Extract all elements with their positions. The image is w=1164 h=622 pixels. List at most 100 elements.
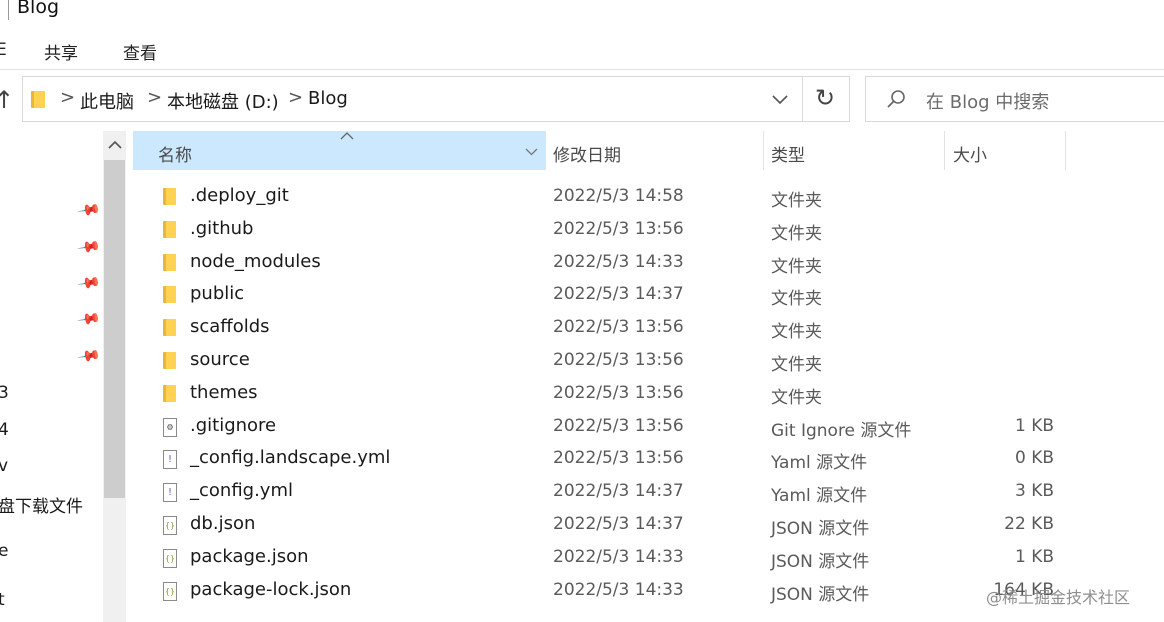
- file-type: JSON 源文件: [771, 584, 870, 605]
- folder-icon: [163, 384, 176, 402]
- nav-item[interactable]: 4: [0, 420, 9, 440]
- tab-share[interactable]: 共享: [44, 39, 78, 64]
- file-modified: 2022/5/3 14:58: [553, 186, 684, 206]
- file-name: themes: [190, 381, 258, 403]
- table-row[interactable]: .deploy_git 2022/5/3 14:58 文件夹: [133, 181, 1073, 214]
- file-type: 文件夹: [771, 387, 822, 408]
- file-modified: 2022/5/3 13:56: [553, 382, 684, 403]
- file-name: package-lock.json: [190, 578, 352, 600]
- file-modified: 2022/5/3 13:56: [553, 218, 684, 239]
- address-bar[interactable]: [22, 76, 803, 122]
- json-file-icon: {}: [163, 581, 177, 601]
- file-name: _config.yml: [190, 480, 293, 502]
- title-bar: Blog: [0, 0, 1164, 28]
- file-name: db.json: [190, 513, 256, 534]
- file-modified: 2022/5/3 14:37: [553, 514, 684, 534]
- folder-icon: [31, 91, 45, 108]
- up-arrow-icon[interactable]: ↑: [0, 86, 14, 114]
- yaml-file-icon: !: [163, 450, 177, 470]
- column-divider[interactable]: [763, 131, 764, 170]
- file-type: 文件夹: [771, 191, 822, 211]
- table-row[interactable]: ! _config.landscape.yml 2022/5/3 13:56 Yaml…: [133, 443, 1073, 476]
- file-modified: 2022/5/3 14:37: [553, 481, 684, 502]
- ribbon-tab-partial[interactable]: E: [0, 40, 7, 60]
- file-modified: 2022/5/3 14:37: [553, 284, 684, 305]
- column-header-name[interactable]: [133, 131, 545, 170]
- file-type: JSON 源文件: [771, 551, 870, 572]
- chevron-down-icon[interactable]: [772, 95, 788, 105]
- folder-icon: [163, 188, 176, 205]
- breadcrumb-blog[interactable]: Blog: [308, 88, 348, 109]
- file-modified: 2022/5/3 13:56: [553, 448, 684, 469]
- table-row[interactable]: ! _config.yml 2022/5/3 14:37 Yaml 源文件 3 KB: [133, 476, 1073, 509]
- file-modified: 2022/5/3 14:33: [553, 251, 684, 272]
- file-type: Git Ignore 源文件: [771, 420, 912, 441]
- ribbon-divider: [0, 69, 1164, 70]
- chevron-right-icon[interactable]: >: [60, 87, 75, 108]
- column-divider[interactable]: [1065, 131, 1066, 170]
- chevron-right-icon[interactable]: >: [147, 87, 162, 108]
- window-title: Blog: [17, 0, 59, 18]
- table-row[interactable]: ⚙ .gitignore 2022/5/3 13:56 Git Ignore 源文件 1…: [133, 411, 1073, 444]
- column-size-label[interactable]: 大小: [953, 141, 987, 166]
- file-name: node_modules: [190, 250, 321, 272]
- file-modified: 2022/5/3 13:56: [553, 415, 684, 436]
- table-row[interactable]: {} package-lock.json 2022/5/3 14:33 JSON 源文…: [133, 575, 1073, 608]
- folder-icon: [163, 286, 176, 304]
- file-size: 1 KB: [1014, 546, 1054, 567]
- file-name: source: [190, 349, 250, 370]
- json-file-icon: {}: [163, 548, 177, 568]
- file-name: public: [190, 283, 245, 305]
- column-type-label[interactable]: 类型: [771, 141, 805, 166]
- file-name: .deploy_git: [190, 185, 289, 206]
- column-divider[interactable]: [944, 131, 945, 170]
- file-modified: 2022/5/3 13:56: [553, 317, 684, 338]
- file-name: _config.landscape.yml: [190, 447, 391, 469]
- table-row[interactable]: {} db.json 2022/5/3 14:37 JSON 源文件 22 KB: [133, 509, 1073, 542]
- column-modified-label[interactable]: 修改日期: [553, 141, 621, 166]
- file-size: 3 KB: [1014, 481, 1054, 502]
- column-divider[interactable]: [545, 131, 546, 170]
- file-modified: 2022/5/3 14:33: [553, 546, 684, 567]
- table-row[interactable]: scaffolds 2022/5/3 13:56 文件夹: [133, 312, 1073, 345]
- nav-item[interactable]: 盘下载文件: [0, 492, 83, 517]
- column-name-label[interactable]: 名称: [158, 141, 192, 166]
- scroll-up-icon[interactable]: [108, 140, 122, 149]
- refresh-icon[interactable]: ↻: [815, 84, 835, 112]
- breadcrumb-this-pc[interactable]: 此电脑: [80, 88, 134, 114]
- table-row[interactable]: source 2022/5/3 13:56 文件夹: [133, 345, 1073, 378]
- file-type: 文件夹: [771, 355, 822, 375]
- file-modified: 2022/5/3 14:33: [553, 579, 684, 600]
- table-row[interactable]: {} package.json 2022/5/3 14:33 JSON 源文件 1 KB: [133, 542, 1073, 575]
- search-input[interactable]: 在 Blog 中搜索: [926, 88, 1049, 114]
- folder-icon: [163, 352, 176, 369]
- file-modified: 2022/5/3 13:56: [553, 350, 684, 370]
- nav-item[interactable]: e: [0, 541, 8, 561]
- folder-icon: [163, 220, 176, 238]
- file-type: Yaml 源文件: [771, 486, 868, 507]
- gear-file-icon: ⚙: [163, 417, 177, 437]
- scrollbar-thumb[interactable]: [104, 160, 125, 498]
- chevron-down-icon[interactable]: [525, 148, 538, 156]
- file-name: package.json: [190, 545, 309, 567]
- file-name: .github: [190, 217, 254, 239]
- file-size: 22 KB: [1004, 514, 1054, 534]
- file-name: scaffolds: [190, 316, 270, 338]
- breadcrumb-local-disk[interactable]: 本地磁盘 (D:): [167, 88, 279, 114]
- tab-view[interactable]: 查看: [123, 39, 157, 64]
- table-row[interactable]: node_modules 2022/5/3 14:33 文件夹: [133, 247, 1073, 280]
- table-row[interactable]: public 2022/5/3 14:37 文件夹: [133, 279, 1073, 312]
- yaml-file-icon: !: [163, 483, 177, 503]
- search-icon: [887, 90, 905, 108]
- file-size: 0 KB: [1014, 448, 1054, 469]
- file-type: 文件夹: [771, 322, 822, 343]
- nav-item[interactable]: 3: [0, 383, 9, 403]
- json-file-icon: {}: [163, 516, 177, 535]
- nav-item[interactable]: v: [0, 456, 8, 476]
- table-row[interactable]: .github 2022/5/3 13:56 文件夹: [133, 214, 1073, 247]
- nav-item[interactable]: t: [0, 590, 5, 610]
- watermark: @稀土掘金技术社区: [986, 588, 1131, 607]
- chevron-right-icon[interactable]: >: [288, 87, 303, 108]
- table-row[interactable]: themes 2022/5/3 13:56 文件夹: [133, 378, 1073, 411]
- folder-icon: [163, 319, 176, 337]
